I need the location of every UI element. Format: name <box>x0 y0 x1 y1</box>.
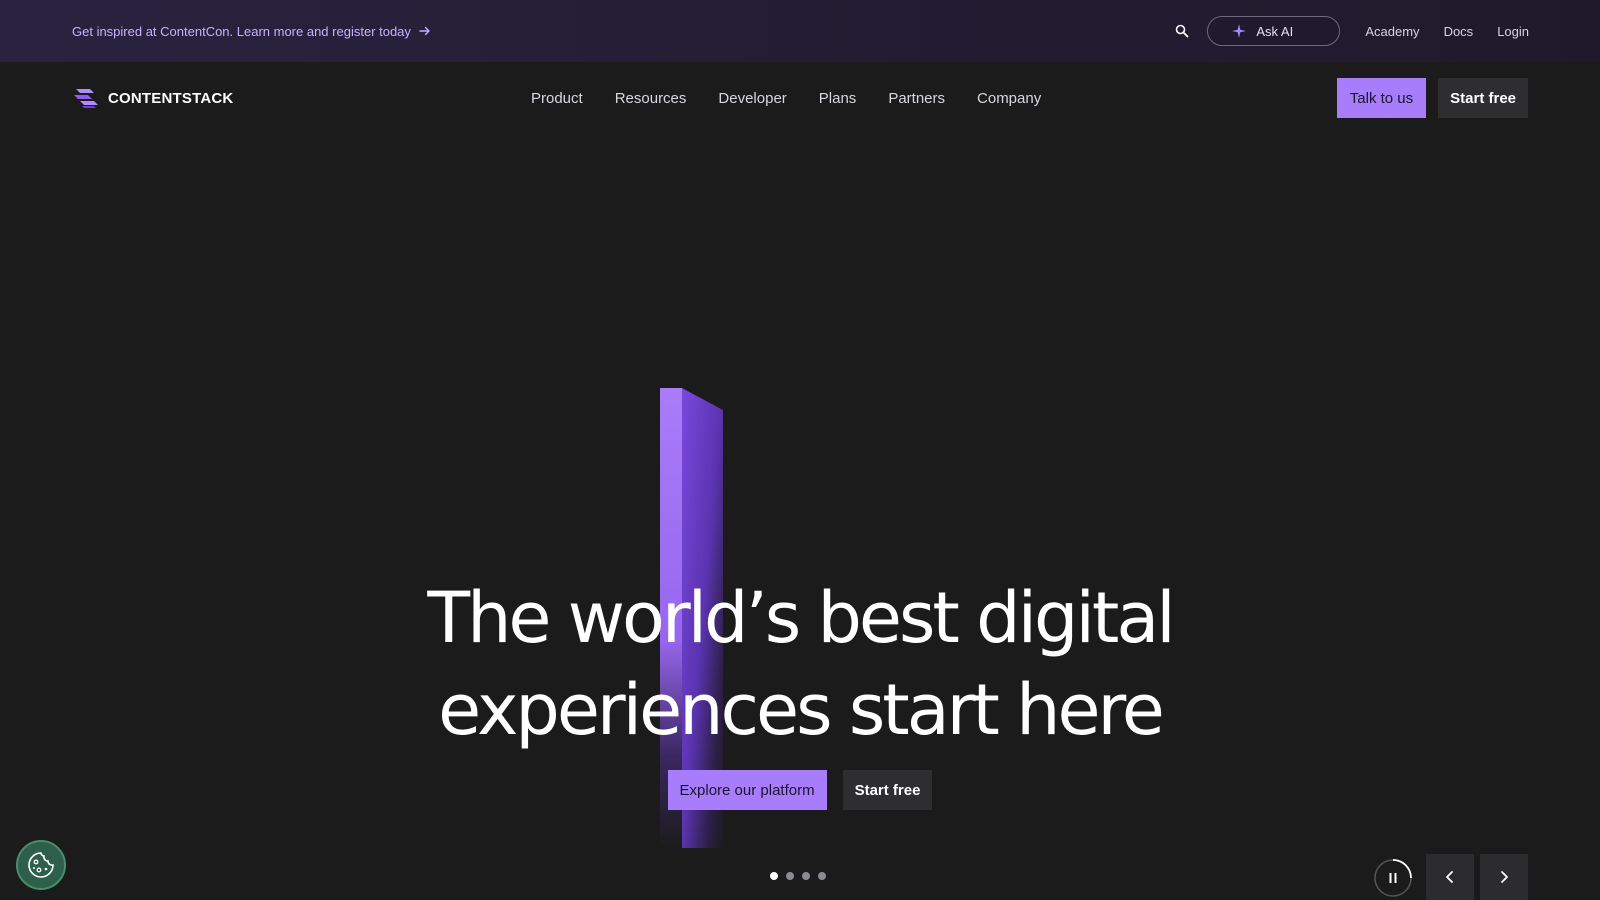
search-icon <box>1176 24 1189 38</box>
carousel-dot-4[interactable] <box>818 872 826 880</box>
hero-start-free-button[interactable]: Start free <box>842 770 933 810</box>
chevron-left-icon <box>1446 871 1453 883</box>
nav-item-developer[interactable]: Developer <box>718 90 786 107</box>
announcement-text: Get inspired at ContentCon. Learn more a… <box>72 23 411 39</box>
ask-ai-button[interactable]: Ask AI <box>1207 16 1341 46</box>
nav-start-free-button[interactable]: Start free <box>1438 78 1528 118</box>
main-navigation: CONTENTSTACK Product Resources Developer… <box>0 62 1600 134</box>
hero-headline-line-1: The world’s best digital <box>427 577 1175 659</box>
academy-link[interactable]: Academy <box>1365 24 1419 39</box>
carousel-prev-button[interactable] <box>1426 854 1474 900</box>
utility-nav: Ask AI Academy Docs Login <box>1171 16 1529 46</box>
carousel-dot-3[interactable] <box>802 872 810 880</box>
primary-nav: Product Resources Developer Plans Partne… <box>531 62 1041 134</box>
cookie-settings-button[interactable] <box>16 840 66 890</box>
chevron-right-icon <box>1501 871 1508 883</box>
nav-cta-group: Talk to us Start free <box>1336 78 1528 118</box>
explore-platform-button[interactable]: Explore our platform <box>667 770 827 810</box>
hero-headline: The world’s best digital experiences sta… <box>0 572 1600 756</box>
carousel-dot-2[interactable] <box>786 872 794 880</box>
announcement-link[interactable]: Get inspired at ContentCon. Learn more a… <box>72 24 431 39</box>
sparkle-icon <box>1232 24 1247 38</box>
page: Get inspired at ContentCon. Learn more a… <box>0 0 1600 900</box>
hero-cta-group: Explore our platform Start free <box>0 770 1600 810</box>
pause-icon <box>1374 859 1412 897</box>
carousel-dots <box>770 872 826 880</box>
carousel-next-button[interactable] <box>1480 854 1528 900</box>
logo[interactable]: CONTENTSTACK <box>72 86 233 110</box>
logo-text: CONTENTSTACK <box>108 89 234 107</box>
contentstack-logo-icon <box>74 89 98 108</box>
hero-headline-line-2: experiences start here <box>438 669 1165 751</box>
nav-item-company[interactable]: Company <box>977 90 1041 107</box>
announcement-bar: Get inspired at ContentCon. Learn more a… <box>0 0 1600 62</box>
carousel-dot-1[interactable] <box>770 872 778 880</box>
nav-item-resources[interactable]: Resources <box>615 90 687 107</box>
arrow-right-icon <box>419 26 430 36</box>
login-link[interactable]: Login <box>1497 24 1529 39</box>
talk-to-us-button[interactable]: Talk to us <box>1336 78 1427 118</box>
carousel-pause-button[interactable] <box>1373 858 1413 898</box>
ask-ai-label: Ask AI <box>1256 23 1294 39</box>
docs-link[interactable]: Docs <box>1444 24 1474 39</box>
search-button[interactable] <box>1171 20 1193 42</box>
nav-item-product[interactable]: Product <box>531 90 583 107</box>
nav-item-partners[interactable]: Partners <box>888 90 945 107</box>
nav-item-plans[interactable]: Plans <box>819 90 857 107</box>
cookie-icon <box>28 852 54 878</box>
